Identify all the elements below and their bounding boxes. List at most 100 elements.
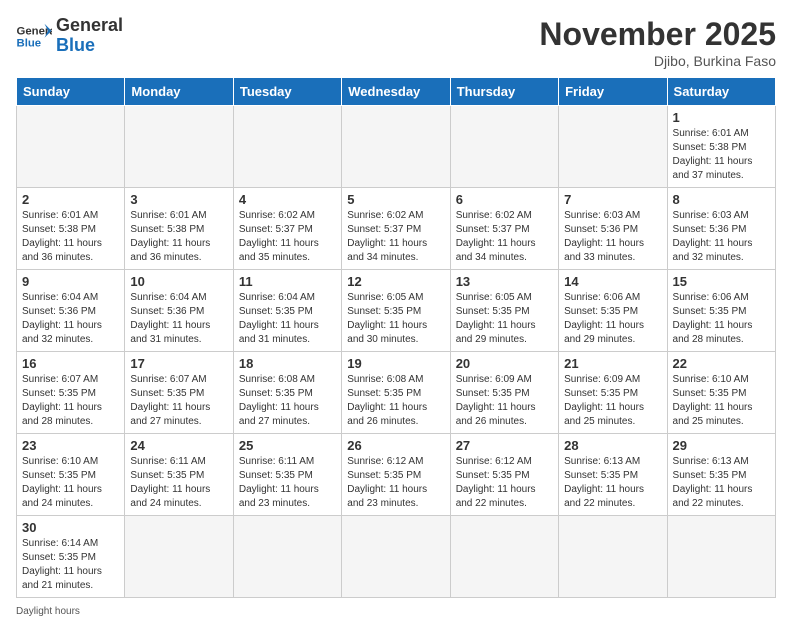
cell-sun-info: Sunrise: 6:09 AM Sunset: 5:35 PM Dayligh… xyxy=(456,373,553,429)
day-header-thursday: Thursday xyxy=(450,78,558,106)
calendar-cell xyxy=(342,516,450,598)
calendar-cell: 26 Sunrise: 6:12 AM Sunset: 5:35 PM Dayli… xyxy=(342,434,450,516)
day-number: 13 xyxy=(456,274,553,289)
calendar-cell: 9Sunrise: 6:04 AM Sunset: 5:36 PM Daylig… xyxy=(17,270,125,352)
calendar-cell xyxy=(559,516,667,598)
calendar-cell: 16 Sunrise: 6:07 AM Sunset: 5:35 PM Dayli… xyxy=(17,352,125,434)
cell-sun-info: Sunrise: 6:02 AM Sunset: 5:37 PM Dayligh… xyxy=(239,209,336,265)
calendar-cell: 19Sunrise: 6:08 AM Sunset: 5:35 PM Dayli… xyxy=(342,352,450,434)
calendar-cell: 18 Sunrise: 6:08 AM Sunset: 5:35 PM Dayli… xyxy=(233,352,341,434)
calendar-cell: 13 Sunrise: 6:05 AM Sunset: 5:35 PM Dayli… xyxy=(450,270,558,352)
cell-sun-info: Sunrise: 6:10 AM Sunset: 5:35 PM Dayligh… xyxy=(673,373,770,429)
day-number: 28 xyxy=(564,438,661,453)
day-number: 10 xyxy=(130,274,227,289)
day-number: 3 xyxy=(130,192,227,207)
day-header-monday: Monday xyxy=(125,78,233,106)
calendar-week-row: 9Sunrise: 6:04 AM Sunset: 5:36 PM Daylig… xyxy=(17,270,776,352)
calendar-cell xyxy=(125,516,233,598)
calendar-cell: 3 Sunrise: 6:01 AM Sunset: 5:38 PM Daylig… xyxy=(125,188,233,270)
day-number: 23 xyxy=(22,438,119,453)
calendar-cell: 8Sunrise: 6:03 AM Sunset: 5:36 PM Daylig… xyxy=(667,188,775,270)
calendar-cell: 2 Sunrise: 6:01 AM Sunset: 5:38 PM Daylig… xyxy=(17,188,125,270)
cell-sun-info: Sunrise: 6:09 AM Sunset: 5:35 PM Dayligh… xyxy=(564,373,661,429)
cell-sun-info: Sunrise: 6:04 AM Sunset: 5:35 PM Dayligh… xyxy=(239,291,336,347)
day-number: 8 xyxy=(673,192,770,207)
calendar-week-row: 16 Sunrise: 6:07 AM Sunset: 5:35 PM Dayli… xyxy=(17,352,776,434)
cell-sun-info: Sunrise: 6:01 AM Sunset: 5:38 PM Dayligh… xyxy=(130,209,227,265)
calendar-cell: 23 Sunrise: 6:10 AM Sunset: 5:35 PM Dayli… xyxy=(17,434,125,516)
logo-text: GeneralBlue xyxy=(56,16,123,56)
day-header-friday: Friday xyxy=(559,78,667,106)
calendar-cell: 29Sunrise: 6:13 AM Sunset: 5:35 PM Dayli… xyxy=(667,434,775,516)
calendar-cell: 28 Sunrise: 6:13 AM Sunset: 5:35 PM Dayli… xyxy=(559,434,667,516)
cell-sun-info: Sunrise: 6:01 AM Sunset: 5:38 PM Dayligh… xyxy=(22,209,119,265)
calendar-cell: 10Sunrise: 6:04 AM Sunset: 5:36 PM Dayli… xyxy=(125,270,233,352)
cell-sun-info: Sunrise: 6:02 AM Sunset: 5:37 PM Dayligh… xyxy=(347,209,444,265)
day-number: 17 xyxy=(130,356,227,371)
svg-text:Blue: Blue xyxy=(17,37,42,49)
day-header-saturday: Saturday xyxy=(667,78,775,106)
calendar-cell xyxy=(125,106,233,188)
day-number: 15 xyxy=(673,274,770,289)
day-number: 16 xyxy=(22,356,119,371)
calendar-week-row: 23 Sunrise: 6:10 AM Sunset: 5:35 PM Dayli… xyxy=(17,434,776,516)
day-number: 19 xyxy=(347,356,444,371)
header-area: General Blue GeneralBlue November 2025 D… xyxy=(16,16,776,69)
calendar-cell: 30Sunrise: 6:14 AM Sunset: 5:35 PM Dayli… xyxy=(17,516,125,598)
cell-sun-info: Sunrise: 6:02 AM Sunset: 5:37 PM Dayligh… xyxy=(456,209,553,265)
calendar-cell: 5Sunrise: 6:02 AM Sunset: 5:37 PM Daylig… xyxy=(342,188,450,270)
day-number: 20 xyxy=(456,356,553,371)
day-number: 27 xyxy=(456,438,553,453)
calendar-cell xyxy=(559,106,667,188)
month-year-title: November 2025 xyxy=(539,16,776,53)
calendar-cell xyxy=(233,106,341,188)
calendar-cell: 27 Sunrise: 6:12 AM Sunset: 5:35 PM Dayli… xyxy=(450,434,558,516)
day-number: 6 xyxy=(456,192,553,207)
calendar-cell: 14Sunrise: 6:06 AM Sunset: 5:35 PM Dayli… xyxy=(559,270,667,352)
calendar-cell: 12Sunrise: 6:05 AM Sunset: 5:35 PM Dayli… xyxy=(342,270,450,352)
calendar-cell: 24 Sunrise: 6:11 AM Sunset: 5:35 PM Dayli… xyxy=(125,434,233,516)
cell-sun-info: Sunrise: 6:12 AM Sunset: 5:35 PM Dayligh… xyxy=(347,455,444,511)
calendar-cell xyxy=(17,106,125,188)
calendar-cell: 7 Sunrise: 6:03 AM Sunset: 5:36 PM Daylig… xyxy=(559,188,667,270)
day-number: 30 xyxy=(22,520,119,535)
day-number: 1 xyxy=(673,110,770,125)
calendar-cell: 20 Sunrise: 6:09 AM Sunset: 5:35 PM Dayli… xyxy=(450,352,558,434)
day-number: 25 xyxy=(239,438,336,453)
generalblue-logo-icon: General Blue xyxy=(16,22,52,50)
cell-sun-info: Sunrise: 6:13 AM Sunset: 5:35 PM Dayligh… xyxy=(564,455,661,511)
calendar-week-row: 30Sunrise: 6:14 AM Sunset: 5:35 PM Dayli… xyxy=(17,516,776,598)
calendar-cell: 6 Sunrise: 6:02 AM Sunset: 5:37 PM Daylig… xyxy=(450,188,558,270)
cell-sun-info: Sunrise: 6:07 AM Sunset: 5:35 PM Dayligh… xyxy=(130,373,227,429)
calendar-cell: 22Sunrise: 6:10 AM Sunset: 5:35 PM Dayli… xyxy=(667,352,775,434)
calendar-cell: 1Sunrise: 6:01 AM Sunset: 5:38 PM Daylig… xyxy=(667,106,775,188)
day-number: 12 xyxy=(347,274,444,289)
cell-sun-info: Sunrise: 6:10 AM Sunset: 5:35 PM Dayligh… xyxy=(22,455,119,511)
cell-sun-info: Sunrise: 6:05 AM Sunset: 5:35 PM Dayligh… xyxy=(456,291,553,347)
day-number: 4 xyxy=(239,192,336,207)
calendar-week-row: 1Sunrise: 6:01 AM Sunset: 5:38 PM Daylig… xyxy=(17,106,776,188)
day-number: 11 xyxy=(239,274,336,289)
day-number: 18 xyxy=(239,356,336,371)
calendar-week-row: 2 Sunrise: 6:01 AM Sunset: 5:38 PM Daylig… xyxy=(17,188,776,270)
day-number: 7 xyxy=(564,192,661,207)
cell-sun-info: Sunrise: 6:11 AM Sunset: 5:35 PM Dayligh… xyxy=(239,455,336,511)
cell-sun-info: Sunrise: 6:08 AM Sunset: 5:35 PM Dayligh… xyxy=(239,373,336,429)
cell-sun-info: Sunrise: 6:03 AM Sunset: 5:36 PM Dayligh… xyxy=(564,209,661,265)
cell-sun-info: Sunrise: 6:04 AM Sunset: 5:36 PM Dayligh… xyxy=(22,291,119,347)
day-number: 24 xyxy=(130,438,227,453)
calendar-cell xyxy=(667,516,775,598)
day-header-sunday: Sunday xyxy=(17,78,125,106)
calendar-table: SundayMondayTuesdayWednesdayThursdayFrid… xyxy=(16,77,776,598)
calendar-cell xyxy=(233,516,341,598)
calendar-cell: 15Sunrise: 6:06 AM Sunset: 5:35 PM Dayli… xyxy=(667,270,775,352)
cell-sun-info: Sunrise: 6:11 AM Sunset: 5:35 PM Dayligh… xyxy=(130,455,227,511)
day-number: 14 xyxy=(564,274,661,289)
day-header-tuesday: Tuesday xyxy=(233,78,341,106)
day-number: 26 xyxy=(347,438,444,453)
cell-sun-info: Sunrise: 6:12 AM Sunset: 5:35 PM Dayligh… xyxy=(456,455,553,511)
day-number: 2 xyxy=(22,192,119,207)
logo: General Blue GeneralBlue xyxy=(16,16,123,56)
cell-sun-info: Sunrise: 6:07 AM Sunset: 5:35 PM Dayligh… xyxy=(22,373,119,429)
location-subtitle: Djibo, Burkina Faso xyxy=(539,53,776,69)
